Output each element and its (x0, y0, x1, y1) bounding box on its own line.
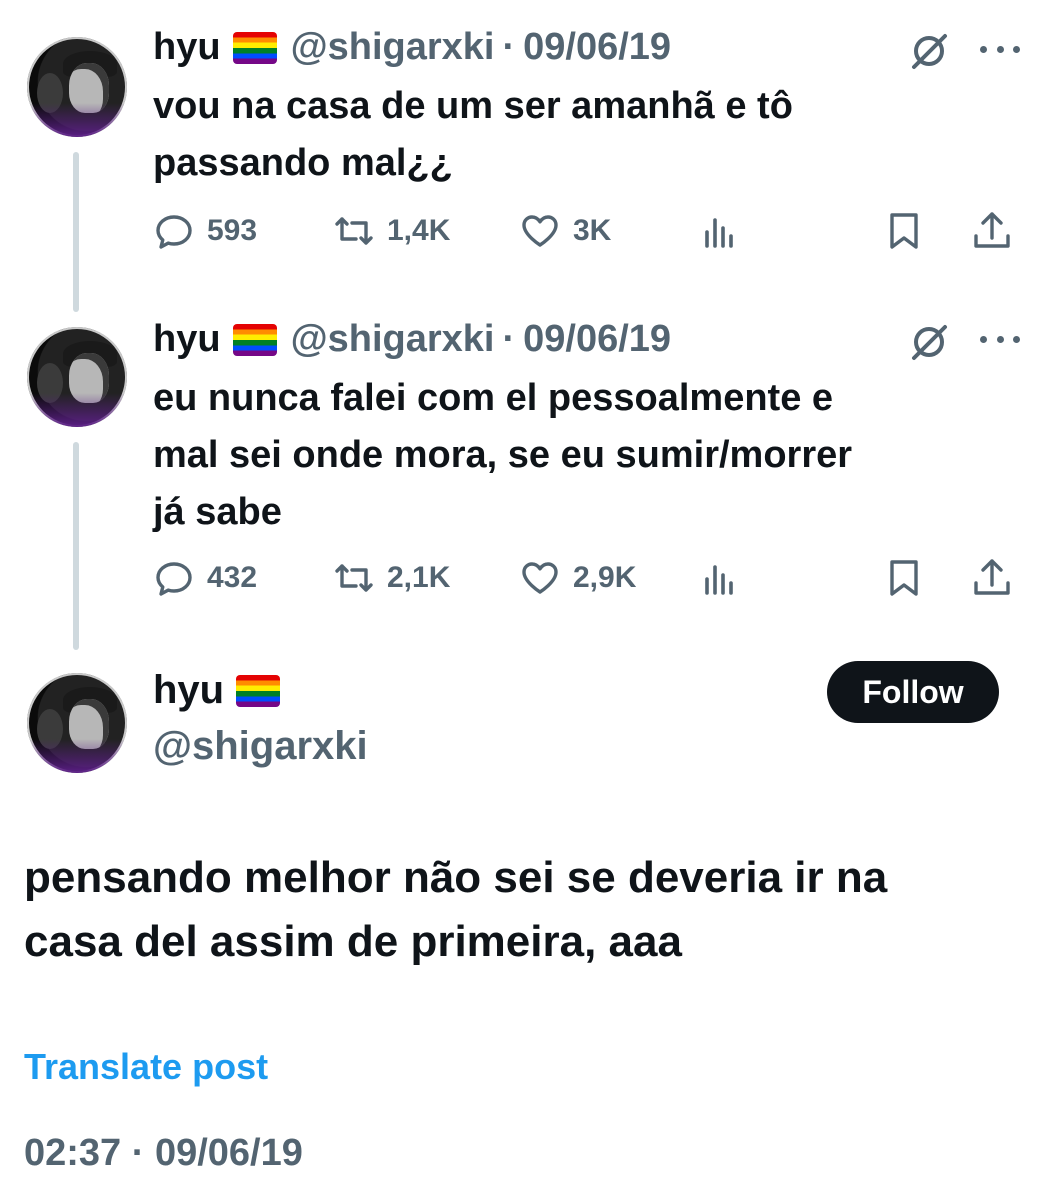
tweet-actions: 593 1,4K 3K (153, 210, 1023, 260)
ellipsis-icon[interactable] (980, 336, 1020, 346)
like-count: 2,9K (573, 561, 637, 594)
tweet-date[interactable]: 09/06/19 (523, 26, 671, 69)
thread-connector (73, 442, 79, 650)
separator: · (502, 318, 516, 360)
tweet-header: hyu @shigarxki · 09/06/19 (153, 318, 671, 361)
repost-button[interactable]: 2,1K (333, 557, 450, 599)
bar-chart-icon (705, 218, 733, 248)
avatar[interactable] (22, 32, 132, 142)
tweet-date[interactable]: 09/06/19 (523, 318, 671, 361)
ellipsis-icon[interactable] (980, 46, 1020, 56)
main-tweet-text: pensando melhor não sei se deveria ir na… (24, 853, 888, 966)
bookmark-icon (890, 560, 918, 596)
display-name[interactable]: hyu (153, 668, 224, 713)
separator: · (502, 26, 516, 68)
avatar[interactable] (22, 668, 132, 778)
reply-button[interactable]: 593 (153, 210, 257, 252)
speech-bubble-icon (156, 215, 192, 249)
follow-button[interactable]: Follow (827, 661, 999, 723)
avatar[interactable] (22, 322, 132, 432)
tweet-text: eu nunca falei com el pessoalmente e mal… (153, 377, 853, 533)
speech-bubble-icon (156, 562, 192, 596)
reply-count: 593 (207, 214, 258, 247)
like-button[interactable]: 3K (519, 210, 611, 252)
main-author: hyu (153, 668, 294, 713)
post-timestamp[interactable]: 02:37 · 09/06/19 (24, 1132, 303, 1175)
share-button[interactable] (971, 557, 1013, 599)
display-name[interactable]: hyu (153, 318, 221, 361)
share-button[interactable] (971, 210, 1013, 252)
repost-count: 2,1K (387, 561, 451, 594)
reply-count: 432 (207, 561, 258, 594)
bar-chart-icon (705, 565, 733, 595)
share-upload-icon (974, 559, 1010, 595)
grok-slash-icon[interactable] (908, 321, 950, 363)
grok-slash-icon[interactable] (908, 30, 950, 72)
translate-post-link[interactable]: Translate post (24, 1046, 268, 1088)
rainbow-flag-icon (236, 674, 281, 707)
repost-button[interactable]: 1,4K (333, 210, 450, 252)
bookmark-button[interactable] (883, 210, 925, 252)
like-count: 3K (573, 214, 612, 247)
thread-connector (73, 152, 79, 312)
bookmark-button[interactable] (883, 557, 925, 599)
reply-button[interactable]: 432 (153, 557, 257, 599)
views-button[interactable] (699, 557, 741, 599)
bookmark-icon (890, 213, 918, 249)
tweet-header: hyu @shigarxki · 09/06/19 (153, 26, 671, 69)
repost-arrows-icon (335, 564, 373, 592)
repost-arrows-icon (335, 217, 373, 245)
handle[interactable]: @shigarxki (291, 318, 495, 361)
heart-icon (522, 562, 558, 594)
share-upload-icon (974, 212, 1010, 248)
heart-icon (522, 215, 558, 247)
rainbow-flag-icon (232, 323, 277, 356)
rainbow-flag-icon (232, 31, 277, 64)
repost-count: 1,4K (387, 214, 451, 247)
tweet-text: vou na casa de um ser amanhã e tô passan… (153, 85, 793, 184)
display-name[interactable]: hyu (153, 26, 221, 69)
handle[interactable]: @shigarxki (291, 26, 495, 69)
views-button[interactable] (699, 210, 741, 252)
tweet-actions: 432 2,1K 2,9K (153, 557, 1023, 607)
handle[interactable]: @shigarxki (153, 724, 368, 769)
like-button[interactable]: 2,9K (519, 557, 636, 599)
